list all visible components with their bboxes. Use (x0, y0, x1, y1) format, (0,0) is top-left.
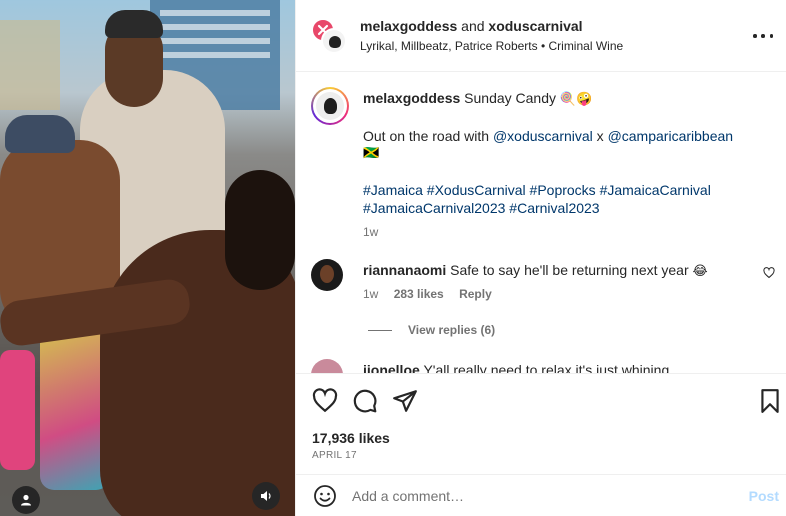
comments-scroll-area[interactable]: melaxgoddess Sunday Candy 🍭🤪 Out on the … (296, 73, 786, 373)
comment-text: riannanaomi Safe to say he'll be returni… (363, 261, 708, 281)
mention-camparicaribbean[interactable]: @camparicaribbean (608, 128, 734, 144)
collab-avatars[interactable] (311, 18, 347, 54)
caption-line2-prefix: Out on the road with (363, 128, 490, 144)
comment-username[interactable]: jionelloe (363, 362, 420, 373)
hashtags-line2[interactable]: #JamaicaCarnival2023 #Carnival2023 (363, 199, 763, 217)
post-authors: melaxgoddess and xoduscarnival (360, 18, 583, 34)
caption-emoji: 🍭🤪 (559, 92, 593, 107)
post-date[interactable]: APRIL 17 (312, 450, 357, 461)
likes-count[interactable]: 17,936 likes (312, 430, 390, 446)
commenter-avatar[interactable] (311, 359, 343, 373)
comment-likes[interactable]: 283 likes (394, 287, 444, 301)
comment-emoji: 😂 (692, 264, 708, 279)
more-dot (769, 34, 773, 38)
share-icon[interactable] (392, 388, 418, 414)
post-comment-button[interactable]: Post (749, 488, 779, 504)
media-dancer-cap (5, 115, 75, 153)
view-replies-button[interactable]: View replies (6) (368, 323, 495, 337)
comment-reply-button[interactable]: Reply (459, 287, 492, 301)
more-dot (761, 34, 765, 38)
comment-body: Y'all really need to relax it's just whi… (423, 362, 670, 373)
more-options-icon[interactable] (753, 26, 773, 46)
more-dot (753, 34, 757, 38)
comment-time[interactable]: 1w (363, 287, 378, 301)
caption-avatar[interactable] (311, 87, 349, 125)
caption-x: x (596, 128, 604, 144)
media-costume-pink (0, 350, 35, 470)
commenter-avatar[interactable] (311, 259, 343, 291)
heart-icon[interactable] (312, 388, 338, 414)
author-xoduscarnival[interactable]: xoduscarnival (488, 18, 582, 34)
post-header: melaxgoddess and xoduscarnival Lyrikal, … (296, 0, 786, 72)
author-melaxgoddess[interactable]: melaxgoddess (360, 18, 457, 34)
media-woman-hair (225, 170, 295, 290)
caption-time[interactable]: 1w (363, 223, 763, 241)
user-tag-icon[interactable] (12, 486, 40, 514)
caption-username[interactable]: melaxgoddess (363, 90, 460, 106)
avatar-image (316, 92, 344, 120)
emoji-icon[interactable] (313, 484, 337, 508)
media-background-windows (160, 10, 270, 16)
caption-line1: Sunday Candy (464, 90, 556, 106)
media-person-cap (105, 10, 163, 38)
melaxgoddess-avatar[interactable] (321, 28, 347, 54)
comment-icon[interactable] (352, 388, 378, 414)
flag-emoji: 🇯🇲 (363, 146, 380, 161)
comment-body: Safe to say he'll be returning next year (450, 262, 689, 278)
comment-heart-icon[interactable] (763, 267, 775, 279)
post-media[interactable] (0, 0, 295, 516)
bookmark-icon[interactable] (757, 388, 783, 414)
user-tag-glyph (21, 494, 31, 506)
add-comment-bar: Post (296, 474, 786, 516)
audio-attribution[interactable]: Lyrikal, Millbeatz, Patrice Roberts • Cr… (360, 39, 623, 53)
post-panel: melaxgoddess and xoduscarnival Lyrikal, … (295, 0, 786, 516)
post-actions: 17,936 likes APRIL 17 (296, 373, 786, 473)
authors-and: and (461, 18, 485, 34)
speaker-glyph (261, 491, 271, 501)
comment-username[interactable]: riannanaomi (363, 262, 446, 278)
caption-text: melaxgoddess Sunday Candy 🍭🤪 Out on the … (363, 89, 763, 241)
view-replies-line (368, 329, 392, 331)
add-comment-input[interactable] (352, 483, 712, 509)
hashtags-line1[interactable]: #Jamaica #XodusCarnival #Poprocks #Jamai… (363, 181, 763, 199)
comment-meta: 1w 283 likes Reply (363, 287, 504, 301)
speaker-icon[interactable] (252, 482, 280, 510)
mention-xoduscarnival[interactable]: @xoduscarnival (493, 128, 593, 144)
view-replies-label: View replies (6) (408, 323, 496, 337)
media-background-structure (0, 20, 60, 110)
comment-text: jionelloe Y'all really need to relax it'… (363, 361, 669, 373)
